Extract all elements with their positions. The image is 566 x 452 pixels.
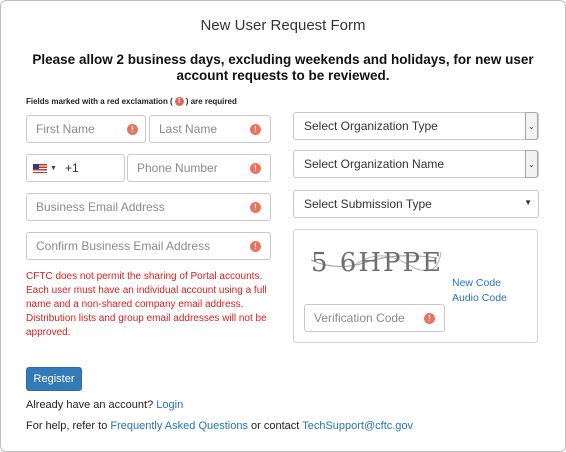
organization-type-select[interactable]: Select Organization Type ⌄ — [293, 112, 539, 140]
captcha-links: New Code Audio Code — [452, 276, 507, 306]
confirm-email-input[interactable]: Confirm Business Email Address ! — [26, 232, 271, 260]
review-notice: Please allow 2 business days, excluding … — [32, 52, 534, 83]
help-line: For help, refer to Frequently Asked Ques… — [26, 420, 413, 432]
chevron-down-icon: ⌄ — [525, 112, 538, 140]
account-sharing-disclaimer: CFTC does not permit the sharing of Port… — [26, 271, 267, 338]
audio-code-link[interactable]: Audio Code — [452, 291, 507, 306]
country-code-select[interactable]: ▼ +1 — [26, 154, 125, 182]
support-email-link[interactable]: TechSupport@cftc.gov — [302, 420, 413, 432]
exclamation-circle-icon: ! — [174, 97, 184, 106]
required-fields-note: Fields marked with a red exclamation ( !… — [26, 97, 237, 106]
confirm-email-placeholder: Confirm Business Email Address — [36, 239, 211, 253]
business-email-placeholder: Business Email Address — [36, 200, 165, 214]
chevron-down-icon: ▼ — [524, 198, 532, 207]
required-note-suffix: ) are required — [185, 97, 237, 106]
new-code-link[interactable]: New Code — [452, 276, 507, 291]
country-code-value: +1 — [64, 161, 79, 175]
phone-number-input[interactable]: Phone Number ! — [127, 154, 271, 182]
exclamation-circle-icon: ! — [250, 124, 261, 135]
page-title: New User Request Form — [200, 17, 366, 34]
exclamation-circle-icon: ! — [250, 241, 261, 252]
captcha-image: 5 6HPPE — [307, 238, 443, 280]
captcha-panel: 5 6HPPE New Code Audio Code Verification… — [293, 229, 538, 343]
organization-name-value: Select Organization Name — [304, 157, 445, 171]
last-name-input[interactable]: Last Name ! — [149, 115, 271, 143]
required-note-prefix: Fields marked with a red exclamation ( — [26, 97, 173, 106]
business-email-input[interactable]: Business Email Address ! — [26, 193, 271, 221]
first-name-input[interactable]: First Name ! — [26, 115, 146, 143]
login-link[interactable]: Login — [156, 399, 183, 411]
faq-link[interactable]: Frequently Asked Questions — [110, 420, 248, 432]
register-button[interactable]: Register — [26, 367, 82, 391]
login-prompt-text: Already have an account? — [26, 399, 154, 411]
login-prompt: Already have an account? Login — [26, 399, 183, 411]
exclamation-circle-icon: ! — [424, 313, 435, 324]
chevron-down-icon: ⌄ — [525, 150, 538, 178]
exclamation-circle-icon: ! — [127, 124, 138, 135]
help-middle-text: or contact — [251, 420, 300, 432]
captcha-text: 5 6HPPE — [311, 248, 443, 278]
exclamation-circle-icon: ! — [250, 202, 261, 213]
verification-code-input[interactable]: Verification Code ! — [304, 304, 445, 332]
organization-name-select[interactable]: Select Organization Name ⌄ — [293, 150, 539, 178]
organization-type-value: Select Organization Type — [304, 119, 438, 133]
exclamation-circle-icon: ! — [250, 163, 261, 174]
submission-type-select[interactable]: Select Submission Type ▼ — [293, 190, 539, 218]
us-flag-icon — [33, 163, 47, 173]
submission-type-value: Select Submission Type — [304, 197, 432, 211]
chevron-down-icon: ▼ — [50, 164, 57, 172]
help-prefix-text: For help, refer to — [26, 420, 108, 432]
